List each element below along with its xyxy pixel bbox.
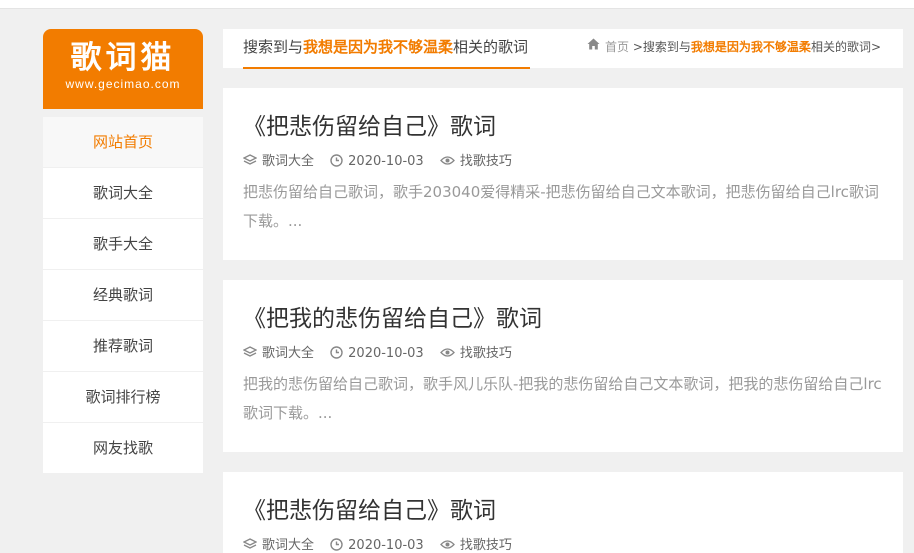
breadcrumb: 首页 >搜索到与我想是因为我不够温柔相关的歌词> [587,29,881,68]
browser-bookmark-strip [0,0,914,9]
sidebar-item-singers[interactable]: 歌手大全 [43,219,203,270]
layers-icon [242,537,258,549]
search-header: 搜索到与我想是因为我不够温柔相关的歌词 首页 >搜索到与我想是因为我不够温柔相关… [223,29,903,69]
eye-icon [439,155,455,165]
post-excerpt: 把悲伤留给自己歌词，歌手203040爱得精采-把悲伤留给自己文本歌词，把悲伤留给… [243,183,879,230]
page-title: 搜索到与我想是因为我不够温柔相关的歌词 [243,29,531,69]
post-card: 《把悲伤留给自己》歌词 歌词大全 2020-10-03 找歌技巧 把悲伤留给自己… [223,88,903,260]
layers-icon [242,153,258,165]
post-date: 2020-10-03 [330,153,424,169]
post-tag[interactable]: 找歌技巧 [439,342,512,361]
post-title-link[interactable]: 《把悲伤留给自己》歌词 [243,107,496,141]
breadcrumb-suffix: 相关的歌词> [810,40,881,54]
post-category-label: 歌词大全 [262,346,315,361]
post-date-label: 2020-10-03 [348,154,424,169]
post-tag-label: 找歌技巧 [459,346,512,361]
breadcrumb-keyword: 我想是因为我不够温柔 [690,40,811,54]
post-meta: 歌词大全 2020-10-03 找歌技巧 [242,150,524,169]
post-date: 2020-10-03 [330,537,424,553]
post-date: 2020-10-03 [330,345,424,361]
post-meta: 歌词大全 2020-10-03 找歌技巧 [242,342,524,361]
eye-icon [439,347,455,357]
eye-icon [439,539,455,549]
sidebar-item-recommended[interactable]: 推荐歌词 [43,321,203,372]
post-meta: 歌词大全 2020-10-03 找歌技巧 [242,534,524,553]
title-suffix: 相关的歌词 [453,38,529,56]
post-category[interactable]: 歌词大全 [242,534,315,553]
post-tag[interactable]: 找歌技巧 [439,150,512,169]
sidebar-nav: 网站首页 歌词大全 歌手大全 经典歌词 推荐歌词 歌词排行榜 网友找歌 [43,117,203,474]
home-icon [587,28,600,65]
sidebar-item-home[interactable]: 网站首页 [43,117,203,168]
post-date-label: 2020-10-03 [348,538,424,553]
post-category[interactable]: 歌词大全 [242,150,315,169]
post-category-label: 歌词大全 [262,538,315,553]
breadcrumb-separator: > [629,40,643,54]
title-keyword: 我想是因为我不够温柔 [303,38,454,56]
sidebar-item-ranking[interactable]: 歌词排行榜 [43,372,203,423]
sidebar: 歌词猫 www.gecimao.com 网站首页 歌词大全 歌手大全 经典歌词 … [43,29,203,474]
post-card: 《把我的悲伤留给自己》歌词 歌词大全 2020-10-03 找歌技巧 把我的悲伤… [223,280,903,452]
title-prefix: 搜索到与 [243,38,304,56]
clock-icon [330,537,343,551]
post-category[interactable]: 歌词大全 [242,342,315,361]
post-tag[interactable]: 找歌技巧 [439,534,512,553]
post-card: 《把悲伤留给自己》歌词 歌词大全 2020-10-03 找歌技巧 [223,472,903,553]
layers-icon [242,345,258,357]
breadcrumb-home-link[interactable]: 首页 [605,40,629,54]
site-logo[interactable]: 歌词猫 www.gecimao.com [43,29,203,109]
post-tag-label: 找歌技巧 [459,538,512,553]
sidebar-item-classic[interactable]: 经典歌词 [43,270,203,321]
post-title-link[interactable]: 《把我的悲伤留给自己》歌词 [243,299,542,333]
sidebar-item-find-song[interactable]: 网友找歌 [43,423,203,474]
post-title-link[interactable]: 《把悲伤留给自己》歌词 [243,491,496,525]
post-excerpt: 把我的悲伤留给自己歌词，歌手风儿乐队-把我的悲伤留给自己文本歌词，把我的悲伤留给… [243,375,882,422]
post-category-label: 歌词大全 [262,154,315,169]
post-tag-label: 找歌技巧 [459,154,512,169]
logo-url: www.gecimao.com [65,77,181,91]
post-date-label: 2020-10-03 [348,346,424,361]
clock-icon [330,153,343,167]
clock-icon [330,345,343,359]
sidebar-item-lyrics[interactable]: 歌词大全 [43,168,203,219]
logo-title: 歌词猫 [70,40,176,76]
breadcrumb-prefix: 搜索到与 [642,40,691,54]
